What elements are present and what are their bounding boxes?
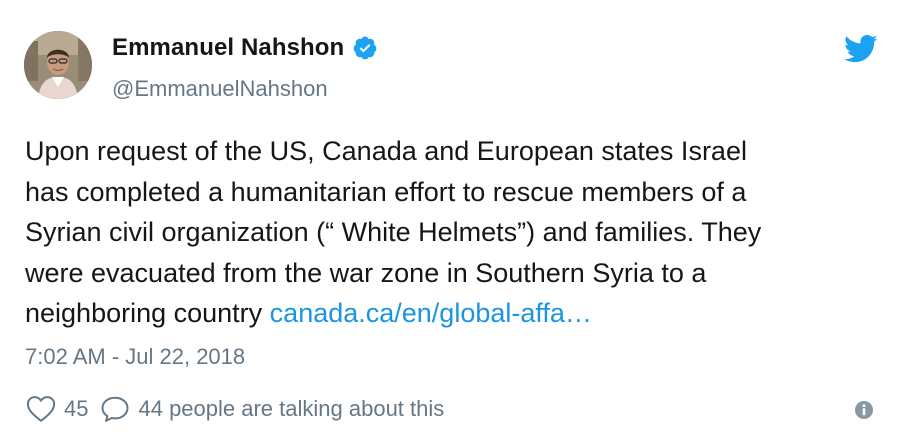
tweet-timestamp[interactable]: 7:02 AM - Jul 22, 2018	[25, 344, 245, 370]
like-button[interactable]: 45	[26, 395, 88, 423]
verified-badge-icon	[352, 35, 378, 61]
author-name[interactable]: Emmanuel Nahshon	[112, 34, 344, 62]
tweet-line: Syrian civil organization (“ White Helme…	[25, 217, 762, 247]
avatar[interactable]	[24, 31, 92, 99]
tweet-text: Upon request of the US, Canada and Europ…	[25, 131, 875, 334]
tweet-line: were evacuated from the war zone in Sout…	[25, 257, 707, 288]
twitter-bird-icon[interactable]	[844, 34, 878, 64]
author-handle[interactable]: @EmmanuelNahshon	[112, 76, 328, 102]
info-icon[interactable]	[854, 400, 874, 420]
like-count: 45	[64, 396, 89, 421]
author-row: Emmanuel Nahshon	[112, 34, 378, 62]
tweet-link[interactable]: canada.ca/en/global-affa…	[270, 298, 592, 328]
tweet-line-last: neighboring country canada.ca/en/global-…	[25, 293, 875, 334]
tweet-card: Emmanuel Nahshon @EmmanuelNahshon Upon r…	[0, 0, 900, 440]
tweet-line-text: neighboring country	[25, 298, 270, 328]
speech-bubble-icon	[101, 396, 129, 422]
tweet-line: has completed a humanitarian effort to r…	[25, 176, 747, 207]
talking-count: 44 people are talking about this	[138, 396, 445, 421]
tweet-line: Upon request of the US, Canada and Europ…	[25, 136, 747, 166]
heart-icon	[26, 396, 56, 422]
tweet-actions: 45 44 people are talking about this	[26, 395, 444, 423]
reply-button[interactable]: 44 people are talking about this	[100, 395, 444, 423]
